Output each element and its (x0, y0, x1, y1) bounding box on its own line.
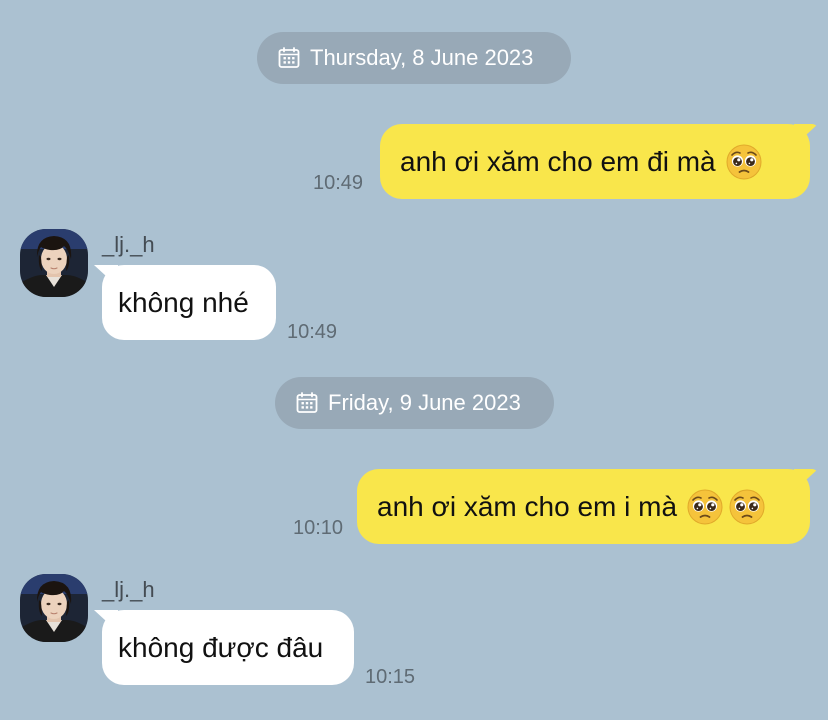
outgoing-message-bubble[interactable]: anh ơi xăm cho em i mà (357, 469, 810, 544)
avatar[interactable] (20, 229, 88, 297)
message-time: 10:49 (287, 321, 338, 343)
message-time: 10:49 (313, 172, 364, 194)
message-text: anh ơi xăm cho em đi mà (400, 145, 716, 177)
message-text: không được đâu (118, 631, 324, 663)
date-label: Thursday, 8 June 2023 (310, 45, 534, 70)
incoming-message-bubble[interactable]: không nhé (102, 265, 276, 340)
message-time: 10:15 (365, 666, 416, 688)
pleading-face-icon (726, 144, 762, 180)
date-separator: Thursday, 8 June 2023 (257, 32, 571, 84)
calendar-icon (277, 46, 301, 70)
message-time: 10:10 (293, 517, 344, 539)
profile-photo-icon (20, 229, 88, 297)
avatar[interactable] (20, 574, 88, 642)
message-text: anh ơi xăm cho em i mà (377, 490, 678, 522)
date-label: Friday, 9 June 2023 (328, 390, 521, 415)
sender-name: _lj._h (102, 232, 155, 257)
outgoing-message-bubble[interactable]: anh ơi xăm cho em đi mà (380, 124, 810, 199)
calendar-icon (295, 391, 319, 415)
profile-photo-icon (20, 574, 88, 642)
sender-name: _lj._h (102, 577, 155, 602)
incoming-message-bubble[interactable]: không được đâu (102, 610, 354, 685)
date-separator: Friday, 9 June 2023 (275, 377, 554, 429)
pleading-face-icon (729, 489, 765, 525)
message-text: không nhé (118, 286, 249, 318)
pleading-face-icon (687, 489, 723, 525)
